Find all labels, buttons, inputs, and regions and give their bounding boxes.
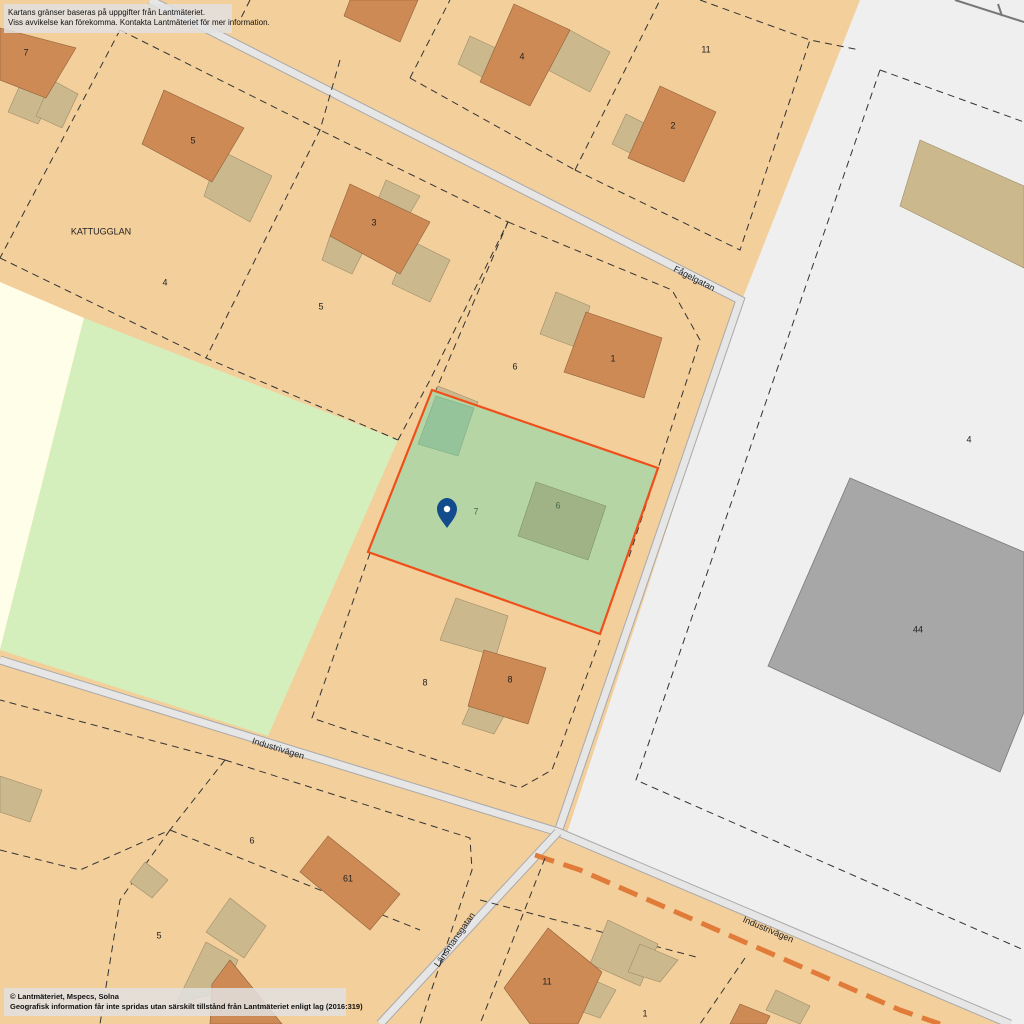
copyright-line-2: Geografisk information får inte spridas …	[10, 1001, 363, 1011]
label-parcel-4-right: 4	[966, 434, 971, 444]
notice-line-1: Kartans gränser baseras på uppgifter frå…	[8, 8, 205, 17]
notice-line-2: Viss avvikelse kan förekomma. Kontakta L…	[8, 18, 270, 27]
label-parcel-6: 6	[512, 361, 517, 371]
copyright-line-1: © Lantmäteriet, Mspecs, Solna	[10, 992, 119, 1001]
label-house-5: 5	[190, 135, 195, 145]
property-map[interactable]: 7 5 3 4 2 11 4 5 6 1 7 6 8 8 4 44 6 61 5…	[0, 0, 1024, 1024]
label-parcel-7-top: 7	[23, 47, 28, 57]
label-area-kattugglan: KATTUGGLAN	[71, 226, 131, 236]
label-house-2: 2	[670, 120, 675, 130]
label-parcel-4-left: 4	[162, 277, 167, 287]
label-house-1: 1	[610, 353, 615, 363]
label-house-8: 8	[507, 674, 512, 684]
label-parcel-5-bottom: 5	[156, 930, 161, 940]
label-selected-parcel: 7	[473, 506, 478, 516]
label-parcel-1-bottom: 1	[642, 1008, 647, 1018]
label-house-4: 4	[519, 51, 524, 61]
label-parcel-5-mid: 5	[318, 301, 323, 311]
label-parcel-8: 8	[422, 677, 427, 687]
label-house-3: 3	[371, 217, 376, 227]
label-parcel-11-top: 11	[701, 44, 710, 54]
label-selected-building: 6	[555, 500, 560, 510]
label-building-44: 44	[913, 624, 923, 634]
copyright-notice: © Lantmäteriet, Mspecs, Solna Geografisk…	[4, 988, 363, 1016]
label-house-11-bottom: 11	[542, 976, 551, 986]
map-source-notice: Kartans gränser baseras på uppgifter frå…	[4, 4, 270, 33]
label-parcel-6-bottom: 6	[249, 835, 254, 845]
label-house-61: 61	[343, 873, 353, 883]
